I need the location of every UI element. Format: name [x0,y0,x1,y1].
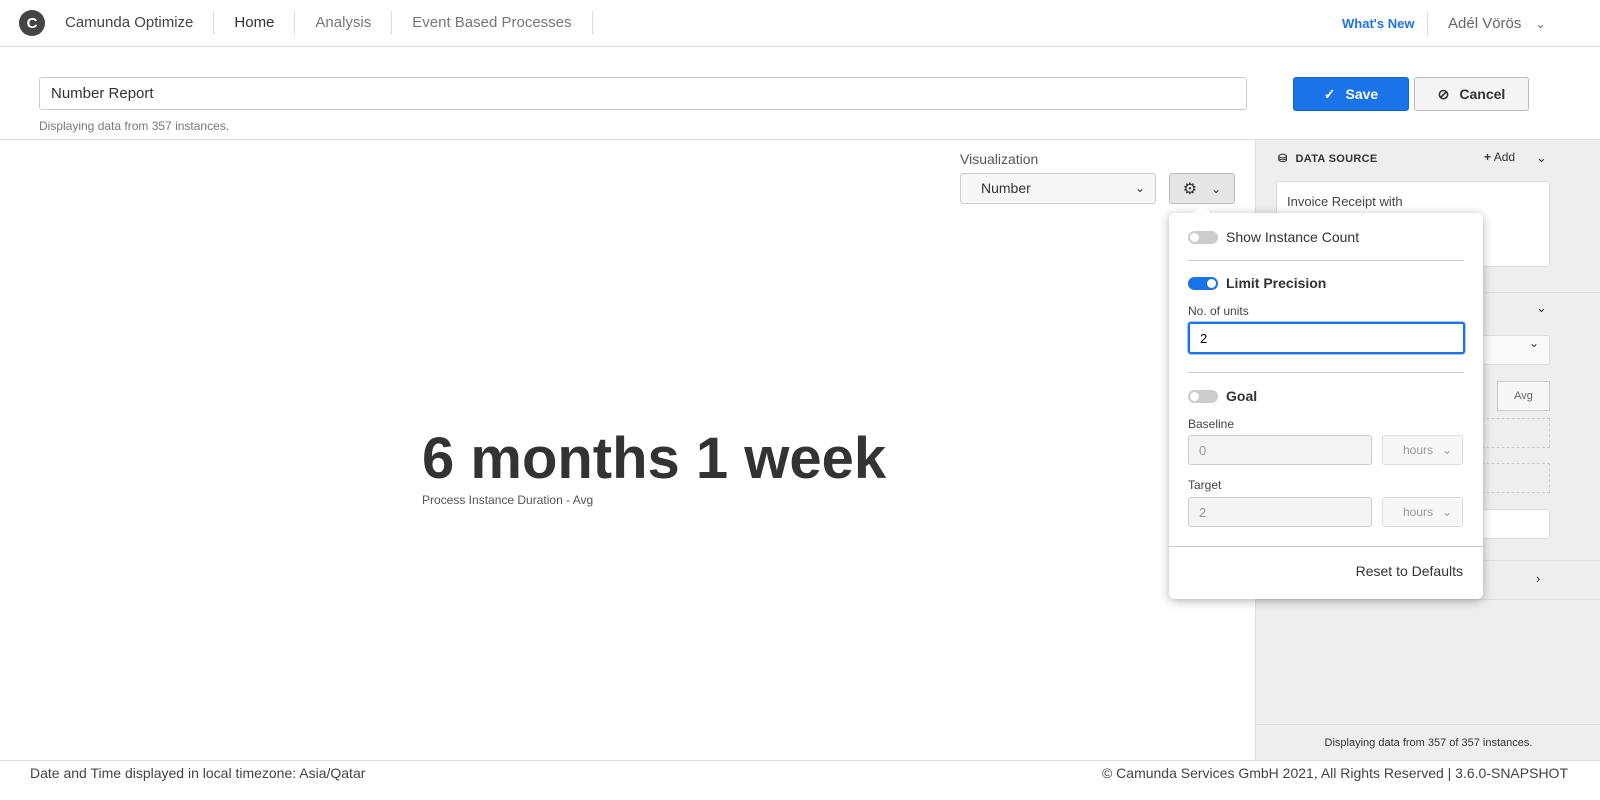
nav-event-based-processes[interactable]: Event Based Processes [392,11,593,35]
cancel-button[interactable]: ⊘ Cancel [1414,77,1529,111]
aggregation-avg-button[interactable]: Avg [1497,381,1550,411]
data-source-header: ⛁ DATA SOURCE [1278,152,1378,166]
chevron-down-icon: ⌄ [1441,505,1452,519]
show-instance-count-label: Show Instance Count [1226,229,1360,245]
target-input[interactable] [1188,497,1372,527]
nav-home[interactable]: Home [214,11,296,35]
top-nav: C Camunda Optimize Home Analysis Event B… [0,0,1600,47]
baseline-unit-select[interactable]: hours ⌄ [1382,435,1463,465]
copyright-text: © Camunda Services GmbH 2021, All Rights… [1101,765,1568,781]
save-button[interactable]: ✓ Save [1293,77,1409,111]
configuration-button[interactable]: ⚙ ⌄ [1169,173,1235,204]
data-source-title: DATA SOURCE [1295,152,1378,165]
visualization-value: Number [981,180,1031,196]
cancel-icon: ⊘ [1437,85,1450,102]
add-source-button[interactable]: + Add [1484,150,1515,164]
limit-precision-toggle[interactable] [1188,277,1218,290]
target-label: Target [1188,478,1222,492]
chevron-down-icon: ⌄ [1441,443,1452,457]
chevron-down-icon: ⌄ [1134,181,1145,195]
baseline-unit: hours [1403,443,1434,457]
chevron-down-icon[interactable]: ⌄ [1536,300,1547,316]
nav-analysis[interactable]: Analysis [295,11,393,35]
divider [1169,546,1483,547]
cancel-label: Cancel [1459,86,1506,102]
check-icon: ✓ [1323,85,1336,102]
divider [1188,372,1464,373]
divider [1188,260,1464,261]
instance-count-text: Displaying data from 357 instances. [39,119,230,133]
target-unit-select[interactable]: hours ⌄ [1382,497,1463,527]
reset-to-defaults-button[interactable]: Reset to Defaults [1356,563,1463,579]
goal-toggle[interactable] [1188,390,1218,403]
units-input[interactable] [1188,322,1465,354]
user-name: Adél Vörös [1448,15,1522,32]
units-label: No. of units [1188,304,1249,318]
target-unit: hours [1403,505,1434,519]
brand-name[interactable]: Camunda Optimize [65,11,215,35]
save-label: Save [1345,86,1379,102]
process-name: Invoice Receipt with [1287,194,1403,209]
configuration-popover: Show Instance Count Limit Precision No. … [1169,213,1483,599]
whats-new-link[interactable]: What's New [1342,16,1414,31]
gear-icon: ⚙ [1182,180,1198,198]
database-icon: ⛁ [1278,153,1288,165]
visualization-select[interactable]: Number ⌄ [960,173,1156,204]
baseline-input[interactable] [1188,435,1372,465]
chevron-right-icon: › [1536,571,1541,586]
limit-precision-label: Limit Precision [1226,275,1327,291]
report-value: 6 months 1 week [422,426,887,491]
report-title-input[interactable] [39,77,1247,110]
chevron-down-icon: ⌄ [1211,181,1222,196]
user-menu[interactable]: Adél Vörös ⌄ [1427,12,1546,36]
chevron-down-icon: ⌄ [1528,336,1539,350]
camunda-logo[interactable]: C [19,10,45,36]
chevron-down-icon[interactable]: ⌄ [1536,150,1547,166]
timezone-text: Date and Time displayed in local timezon… [30,765,366,781]
visualization-label: Visualization [960,151,1039,167]
goal-label: Goal [1226,388,1258,404]
report-value-label: Process Instance Duration - Avg [422,493,594,507]
baseline-label: Baseline [1188,417,1235,431]
page-footer: Date and Time displayed in local timezon… [0,760,1600,800]
sidebar-footer: Displaying data from 357 of 357 instance… [1256,724,1600,760]
add-label: Add [1493,150,1516,164]
chevron-down-icon: ⌄ [1535,17,1546,31]
show-instance-count-toggle[interactable] [1188,231,1218,244]
